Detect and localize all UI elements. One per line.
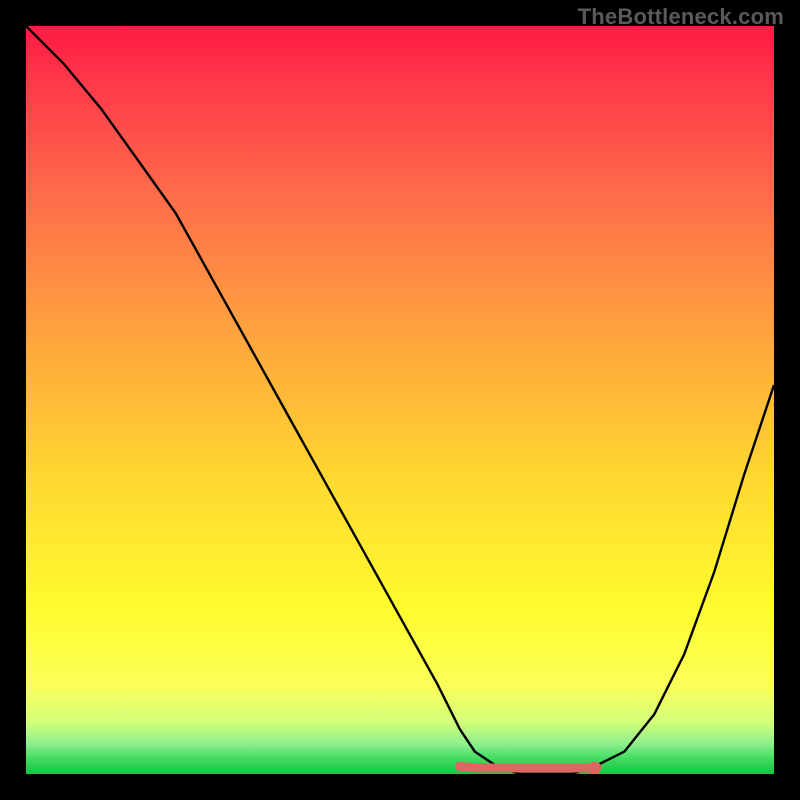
trough-accent-line	[460, 766, 597, 768]
chart-overlay	[26, 26, 774, 774]
trough-end-dot	[588, 762, 601, 775]
bottleneck-curve	[26, 26, 774, 774]
